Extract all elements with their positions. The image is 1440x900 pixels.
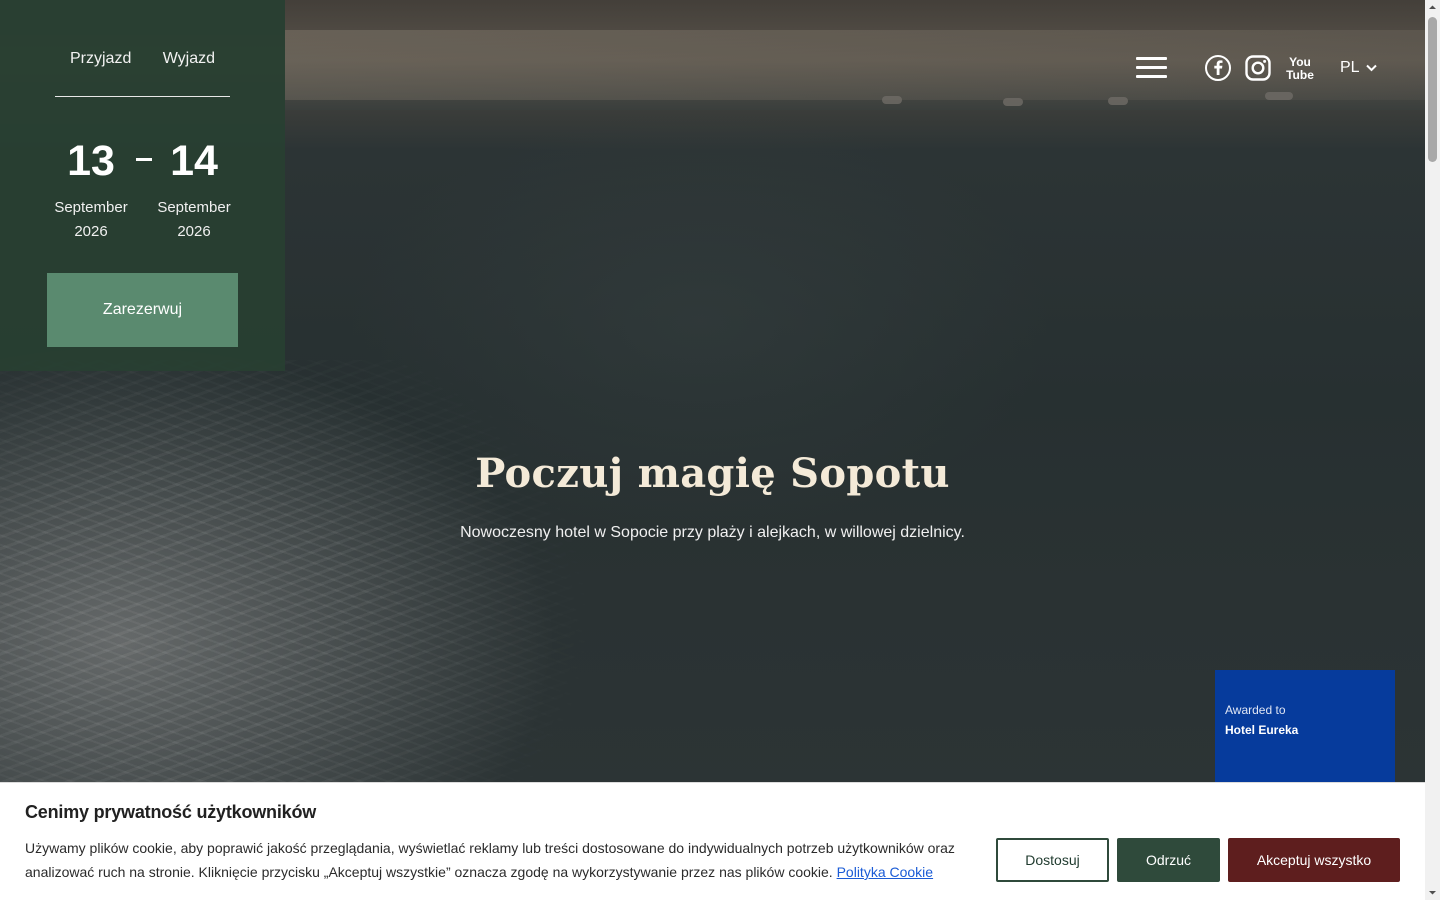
svg-text:Tube: Tube — [1286, 68, 1314, 82]
departure-label[interactable]: Wyjazd — [163, 50, 215, 96]
hero-subtitle: Nowoczesny hotel w Sopocie przy plaży i … — [460, 524, 965, 541]
cookie-policy-link[interactable]: Polityka Cookie — [837, 864, 934, 880]
facebook-icon[interactable] — [1204, 54, 1232, 82]
page-scrollbar[interactable] — [1425, 0, 1440, 900]
departure-day: 14 — [170, 137, 218, 185]
departure-month: September — [157, 199, 231, 216]
date-labels: Przyjazd Wyjazd — [55, 0, 230, 97]
chevron-down-icon — [1365, 64, 1377, 72]
language-label: PL — [1340, 59, 1360, 76]
language-selector[interactable]: PL — [1340, 58, 1377, 78]
accept-all-button[interactable]: Akceptuj wszystko — [1228, 838, 1400, 882]
cookie-text: Używamy plików cookie, aby poprawić jako… — [25, 840, 955, 880]
boat — [1003, 98, 1023, 106]
reject-button[interactable]: Odrzuć — [1117, 838, 1220, 882]
boat — [882, 96, 902, 104]
cookie-banner: Cenimy prywatność użytkowników Używamy p… — [0, 782, 1425, 900]
menu-icon[interactable] — [1136, 57, 1167, 79]
arrival-date[interactable]: 13 September 2026 — [41, 138, 141, 244]
svg-text:You: You — [1289, 55, 1311, 69]
boat — [1108, 97, 1128, 105]
customize-button[interactable]: Dostosuj — [996, 838, 1109, 882]
scroll-up-arrow-icon[interactable] — [1425, 0, 1440, 15]
cookie-text-block: Używamy plików cookie, aby poprawić jako… — [25, 836, 965, 884]
arrival-label[interactable]: Przyjazd — [70, 50, 131, 96]
hero-title: Poczuj magię Sopotu — [475, 450, 950, 497]
arrival-month: September — [54, 199, 128, 216]
reserve-button[interactable]: Zarezerwuj — [47, 273, 238, 347]
departure-year: 2026 — [177, 223, 211, 240]
arrival-year: 2026 — [74, 223, 108, 240]
award-hotel-name: Hotel Eureka — [1225, 723, 1299, 737]
scrollbar-thumb[interactable] — [1428, 17, 1437, 162]
youtube-icon[interactable]: You Tube — [1285, 54, 1315, 82]
award-badge[interactable]: Awarded to Hotel Eureka — [1215, 670, 1395, 782]
cookie-title: Cenimy prywatność użytkowników — [25, 802, 317, 822]
award-caption: Awarded to — [1225, 703, 1286, 717]
instagram-icon[interactable] — [1244, 54, 1272, 82]
departure-date[interactable]: 14 September 2026 — [144, 138, 244, 244]
scroll-down-arrow-icon[interactable] — [1425, 885, 1440, 900]
arrival-day: 13 — [67, 137, 115, 185]
booking-panel: Przyjazd Wyjazd 13 September 2026 14 Sep… — [0, 0, 285, 371]
boat — [1265, 92, 1293, 100]
